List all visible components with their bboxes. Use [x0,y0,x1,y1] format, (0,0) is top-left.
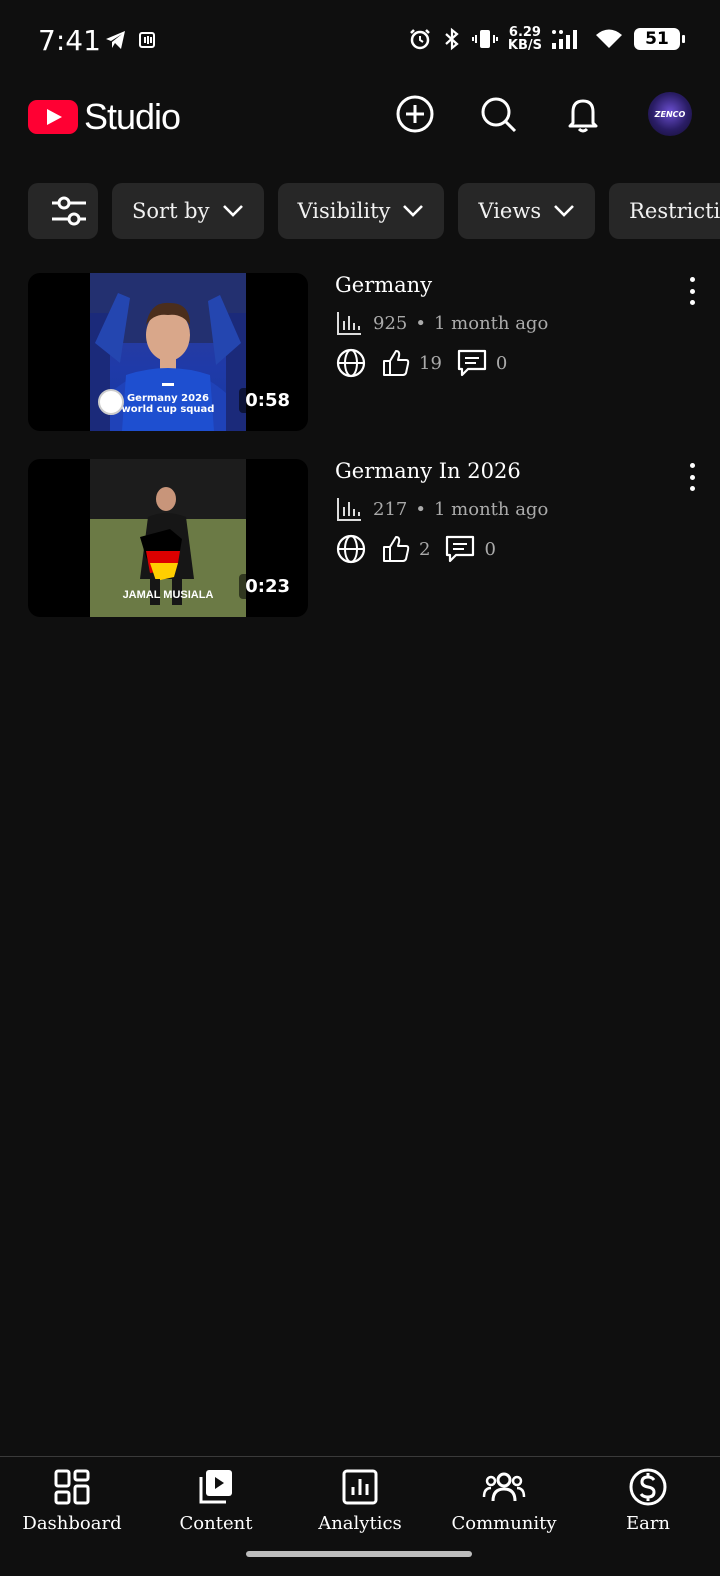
like-count: 19 [419,352,442,374]
upload-age: 1 month ago [433,498,549,520]
restrictions-chip[interactable]: Restrictions [609,183,720,239]
nav-dashboard[interactable]: Dashboard [0,1457,144,1576]
chevron-down-icon [403,205,424,217]
community-icon [482,1472,526,1502]
notifications-button[interactable] [561,92,605,136]
views-chip[interactable]: Views [458,183,596,239]
chevron-down-icon [222,205,243,217]
status-time: 7:41 [38,24,101,57]
comment-count: 0 [484,538,496,560]
comment-count: 0 [495,352,508,374]
more-vert-icon [689,277,695,282]
telegram-icon [106,31,125,49]
like-count: 2 [419,538,431,560]
video-duration: 0:23 [239,574,296,599]
globe-icon [336,534,366,564]
analytics-bars-icon [337,498,361,521]
search-button[interactable] [476,92,520,136]
like-icon [383,350,410,376]
add-circle-icon [396,95,434,133]
nav-community[interactable]: Community [432,1457,576,1576]
logo-text: Studio [84,96,181,137]
visibility-chip[interactable]: Visibility [277,183,445,239]
upload-age: 1 month ago [433,312,549,334]
more-vert-icon [689,463,695,468]
home-indicator[interactable] [246,1551,472,1557]
app-header: Studio ZENCO [0,84,720,148]
wifi-icon [596,29,622,48]
vibrate-icon [471,30,498,48]
status-bar: 7:41 6.29 KB/S 51 [0,0,720,84]
video-duration: 0:58 [239,388,296,413]
like-icon [383,536,410,562]
video-title[interactable]: Germany In 2026 [335,459,675,483]
sliders-icon [52,196,86,226]
battery-icon: 51 [634,28,685,50]
dashboard-icon [54,1469,90,1505]
analytics-icon [342,1469,378,1505]
thumbnail-caption: JAMAL MUSIALA [122,589,214,601]
youtube-studio-logo: Studio [28,96,181,138]
bell-icon [568,99,598,133]
globe-icon [336,348,366,378]
earn-icon [629,1468,667,1506]
bluetooth-icon [445,27,459,51]
dfb-badge-icon [98,389,124,415]
chevron-down-icon [554,205,575,217]
nav-analytics[interactable]: Analytics [288,1457,432,1576]
nav-earn[interactable]: Earn [576,1457,720,1576]
video-item[interactable]: JAMAL MUSIALA 0:23 Germany In 2026 217 •… [28,459,720,617]
youtube-play-icon [28,100,78,134]
video-thumbnail[interactable]: JAMAL MUSIALA 0:23 [28,459,308,617]
nfc-icon [139,32,155,48]
signal-icon [552,30,577,49]
comment-icon [457,349,487,377]
create-button[interactable] [393,92,437,136]
video-title[interactable]: Germany [335,273,675,297]
video-item[interactable]: Germany 2026 world cup squad 0:58 German… [28,273,720,431]
view-count: 925 [373,312,408,334]
analytics-bars-icon [337,312,361,335]
sort-by-chip[interactable]: Sort by [112,183,264,239]
filter-bar: Sort by Visibility Views Restrictions [28,183,720,239]
bottom-nav: Dashboard Content Analytics Community Ea… [0,1456,720,1576]
network-speed: 6.29 KB/S [507,25,542,53]
content-icon [199,1470,232,1504]
search-icon [481,97,517,133]
comment-icon [446,535,475,563]
more-options-button[interactable] [682,463,702,491]
filter-settings-button[interactable] [28,183,98,239]
more-options-button[interactable] [682,277,702,305]
view-count: 217 [373,498,408,520]
avatar[interactable]: ZENCO [648,92,692,136]
video-thumbnail[interactable]: Germany 2026 world cup squad 0:58 [28,273,308,431]
alarm-icon [410,29,430,50]
nav-content[interactable]: Content [144,1457,288,1576]
